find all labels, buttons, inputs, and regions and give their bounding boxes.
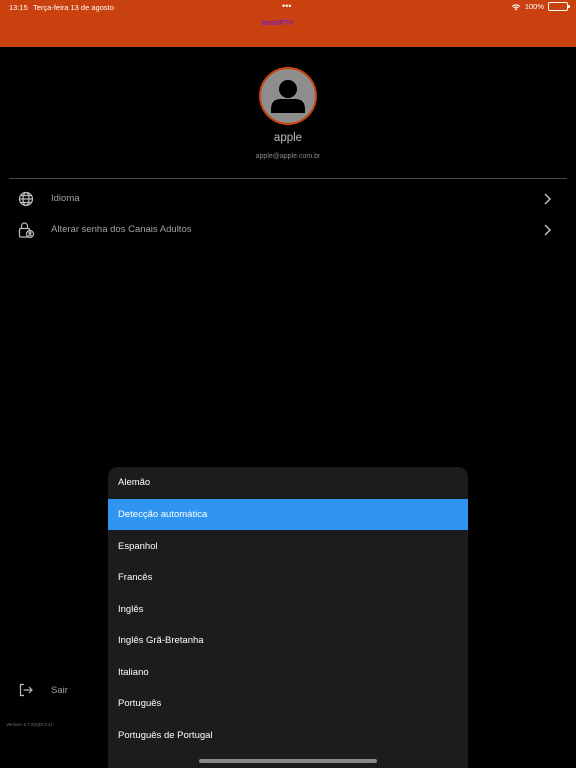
language-option[interactable]: Italiano — [108, 657, 468, 688]
logout-icon[interactable] — [18, 682, 34, 698]
multitasking-dots[interactable]: ••• — [282, 1, 291, 11]
top-bar: 13:15 Terça-feira 13 de agosto ••• 100% … — [0, 0, 576, 47]
language-option[interactable]: Francês — [108, 562, 468, 593]
chevron-right-icon — [541, 192, 553, 206]
menu-item-alterar-senha[interactable]: Alterar senha dos Canais Adultos — [0, 216, 576, 244]
language-option[interactable]: Espanhol — [108, 531, 468, 562]
language-option[interactable]: Português — [108, 688, 468, 719]
divider — [9, 178, 567, 179]
person-icon — [271, 80, 305, 113]
language-option[interactable]: Inglês Grã-Bretanha — [108, 625, 468, 656]
chevron-right-icon — [541, 223, 553, 237]
menu-item-label: Idioma — [51, 193, 80, 204]
user-email: apple@apple.com.br — [255, 153, 321, 160]
logout-button[interactable]: Sair — [51, 685, 68, 696]
version-text: Version: 5.7.2(0)(0.0.4) — [6, 722, 53, 727]
battery-icon — [548, 2, 570, 11]
status-time: 13:15 — [9, 3, 28, 12]
language-option[interactable]: Inglês — [108, 594, 468, 625]
app-logo: bestIPTV — [262, 20, 294, 27]
globe-icon — [17, 190, 35, 208]
status-right: 100% — [511, 2, 570, 11]
status-date: Terça-feira 13 de agosto — [33, 3, 114, 12]
battery-percent: 100% — [524, 2, 544, 11]
lock-person-icon — [17, 221, 35, 239]
menu-item-idioma[interactable]: Idioma — [0, 185, 576, 213]
language-picker-sheet: Alemão Detecção automática Espanhol Fran… — [108, 467, 468, 768]
home-indicator[interactable] — [199, 759, 377, 763]
wifi-icon — [511, 3, 521, 11]
language-option[interactable]: Alemão — [108, 467, 468, 498]
language-option-selected[interactable]: Detecção automática — [108, 499, 468, 530]
avatar[interactable] — [259, 67, 317, 125]
user-name: apple — [273, 132, 303, 144]
language-option[interactable]: Português de Portugal — [108, 720, 468, 751]
menu-item-label: Alterar senha dos Canais Adultos — [51, 224, 192, 235]
